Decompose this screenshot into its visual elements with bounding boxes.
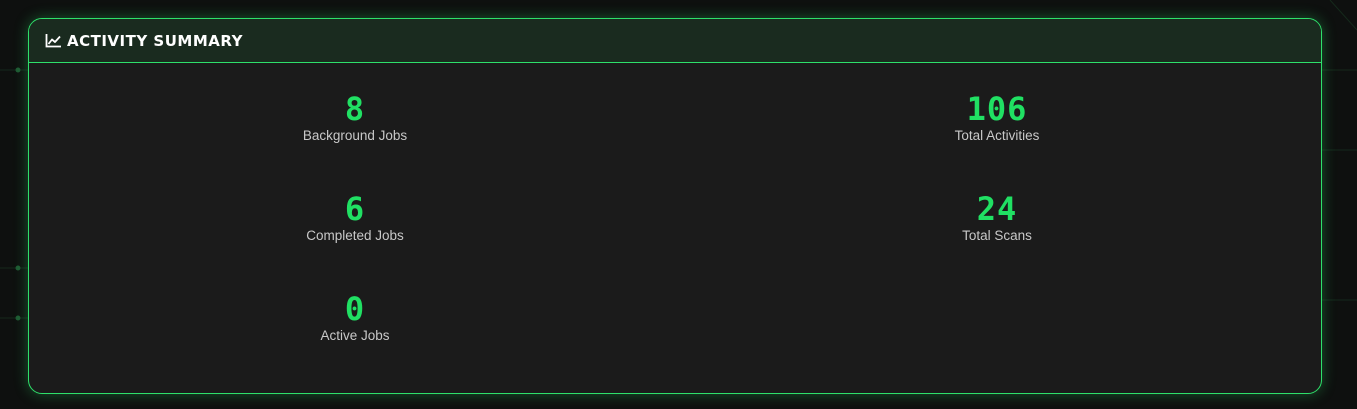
card-title: ACTIVITY SUMMARY (67, 31, 243, 50)
stat-label: Completed Jobs (306, 228, 404, 243)
stat-label: Total Activities (954, 128, 1040, 143)
stat-completed-jobs: 6 Completed Jobs (205, 191, 505, 245)
stat-total-scans: 24 Total Scans (847, 191, 1147, 245)
stat-background-jobs: 8 Background Jobs (205, 91, 505, 145)
stat-active-jobs: 0 Active Jobs (205, 291, 505, 345)
stat-value: 24 (976, 190, 1018, 228)
stat-total-activities: 106 Total Activities (847, 91, 1147, 145)
stat-label: Total Scans (962, 228, 1032, 243)
activity-summary-card: ACTIVITY SUMMARY 8 Background Jobs 106 T… (28, 18, 1322, 394)
line-chart-icon (45, 34, 61, 48)
stat-label: Active Jobs (320, 328, 390, 343)
stat-value: 106 (966, 90, 1028, 128)
stat-value: 8 (344, 90, 366, 128)
stat-label: Background Jobs (302, 128, 408, 143)
stat-value: 0 (344, 290, 366, 328)
stat-value: 6 (344, 190, 366, 228)
card-header: ACTIVITY SUMMARY (29, 19, 1321, 63)
